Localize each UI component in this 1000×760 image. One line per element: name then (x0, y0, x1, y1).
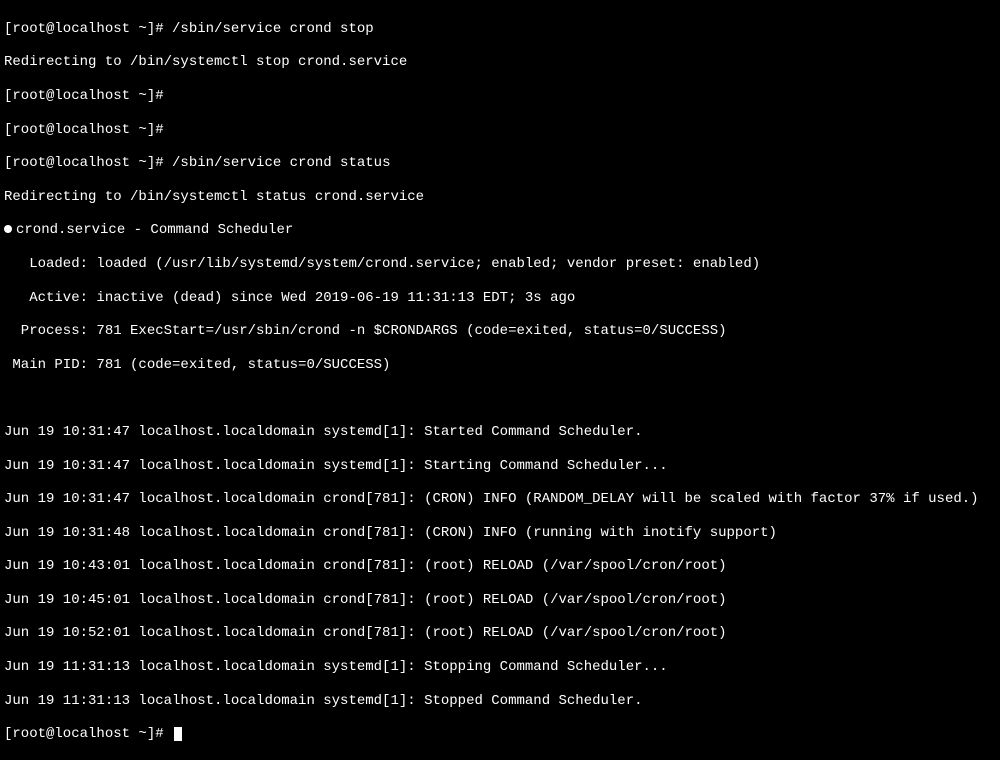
shell-prompt: [root@localhost ~]# (4, 122, 172, 138)
shell-prompt: [root@localhost ~]# (4, 726, 172, 742)
terminal-output[interactable]: [root@localhost ~]# /sbin/service crond … (4, 4, 996, 760)
blank-line (4, 390, 996, 407)
log-line: Jun 19 10:31:48 localhost.localdomain cr… (4, 525, 996, 542)
log-line: Jun 19 10:52:01 localhost.localdomain cr… (4, 625, 996, 642)
log-line: Jun 19 11:31:13 localhost.localdomain sy… (4, 659, 996, 676)
service-mainpid-line: Main PID: 781 (code=exited, status=0/SUC… (4, 357, 996, 374)
cursor-icon (174, 727, 182, 741)
service-active-line: Active: inactive (dead) since Wed 2019-0… (4, 290, 996, 307)
command-text: /sbin/service crond stop (172, 21, 374, 37)
log-line: Jun 19 10:31:47 localhost.localdomain cr… (4, 491, 996, 508)
terminal-line: [root@localhost ~]# /sbin/service crond … (4, 21, 996, 38)
command-text: /sbin/service crond status (172, 155, 390, 171)
log-line: Jun 19 10:43:01 localhost.localdomain cr… (4, 558, 996, 575)
service-process-line: Process: 781 ExecStart=/usr/sbin/crond -… (4, 323, 996, 340)
service-header: crond.service - Command Scheduler (16, 222, 293, 238)
log-line: Jun 19 10:45:01 localhost.localdomain cr… (4, 592, 996, 609)
log-line: Jun 19 10:31:47 localhost.localdomain sy… (4, 458, 996, 475)
terminal-line: [root@localhost ~]# (4, 726, 996, 743)
log-line: Jun 19 10:31:47 localhost.localdomain sy… (4, 424, 996, 441)
shell-prompt: [root@localhost ~]# (4, 21, 172, 37)
terminal-line: [root@localhost ~]# (4, 88, 996, 105)
service-header-line: crond.service - Command Scheduler (4, 222, 996, 239)
terminal-line: Redirecting to /bin/systemctl stop crond… (4, 54, 996, 71)
service-loaded-line: Loaded: loaded (/usr/lib/systemd/system/… (4, 256, 996, 273)
status-dot-icon (4, 225, 12, 233)
terminal-line: [root@localhost ~]# (4, 122, 996, 139)
shell-prompt: [root@localhost ~]# (4, 88, 172, 104)
log-line: Jun 19 11:31:13 localhost.localdomain sy… (4, 693, 996, 710)
terminal-line: Redirecting to /bin/systemctl status cro… (4, 189, 996, 206)
terminal-line: [root@localhost ~]# /sbin/service crond … (4, 155, 996, 172)
shell-prompt: [root@localhost ~]# (4, 155, 172, 171)
